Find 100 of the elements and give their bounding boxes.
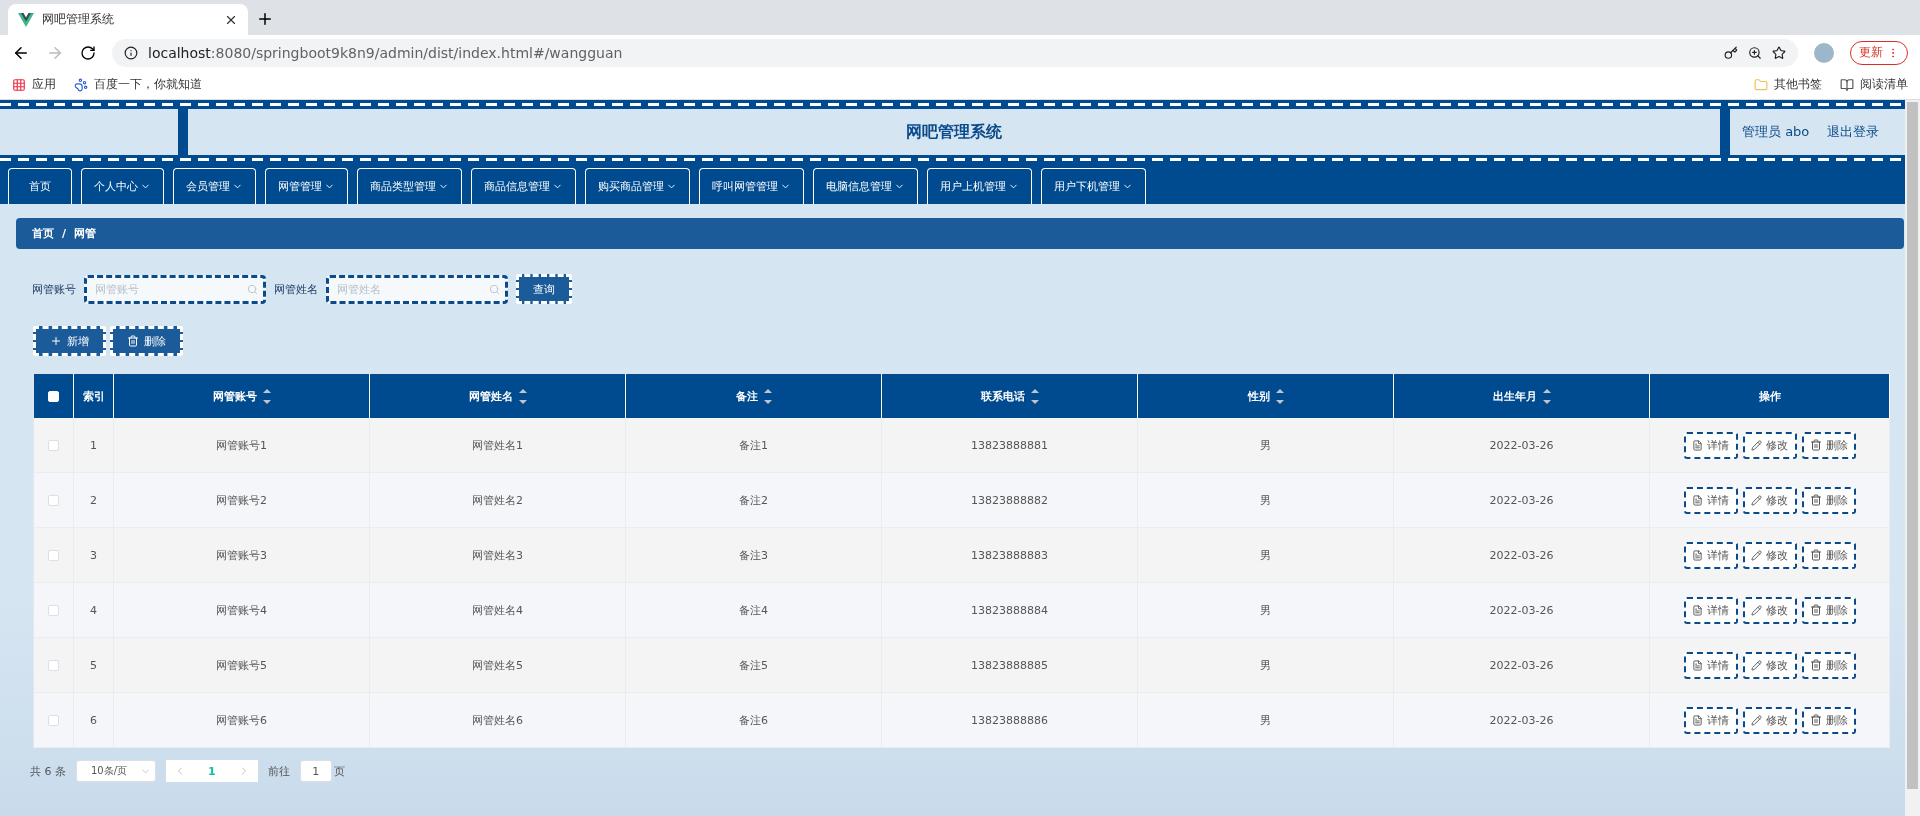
detail-button[interactable]: 详情 <box>1683 651 1738 679</box>
detail-button[interactable]: 详情 <box>1683 431 1738 459</box>
table-cell: 网管账号4 <box>216 602 267 618</box>
nav-item[interactable]: 商品信息管理 <box>471 168 576 204</box>
column-header[interactable]: 网管姓名 <box>468 388 527 404</box>
folder-icon <box>1754 77 1768 92</box>
edit-button[interactable]: 修改 <box>1742 651 1797 679</box>
detail-button[interactable]: 详情 <box>1683 541 1738 569</box>
table-cell: 5 <box>90 658 97 672</box>
goto-label: 前往 <box>267 763 290 779</box>
table-cell: 网管账号5 <box>216 657 267 673</box>
table-cell: 男 <box>1260 602 1271 618</box>
table-cell: 备注4 <box>739 602 768 618</box>
paw-icon <box>74 77 88 92</box>
vue-logo-icon <box>18 11 34 28</box>
update-button[interactable]: 更新 <box>1850 40 1908 65</box>
key-icon[interactable] <box>1724 45 1738 60</box>
address-bar[interactable]: localhost:8080/springboot9k8n9/admin/dist/index.html#/wangguan <box>112 38 1798 67</box>
reload-icon[interactable] <box>80 44 96 61</box>
delete-button[interactable]: 删除 <box>1801 431 1856 459</box>
table-cell: 备注6 <box>739 712 768 728</box>
pencil-icon <box>1751 439 1762 451</box>
checkbox[interactable] <box>48 494 59 506</box>
nav-item[interactable]: 电脑信息管理 <box>813 168 918 204</box>
delete-button[interactable]: 删除 <box>1801 486 1856 514</box>
delete-button[interactable]: 删除 <box>110 326 183 356</box>
trash-icon <box>1809 604 1822 616</box>
delete-button[interactable]: 删除 <box>1801 651 1856 679</box>
bookmark-link[interactable]: 阅读清单 <box>1860 76 1908 93</box>
trash-icon <box>1809 714 1822 726</box>
delete-button[interactable]: 删除 <box>1801 706 1856 734</box>
breadcrumb-item[interactable]: 网管 <box>74 226 97 241</box>
trash-icon <box>1809 494 1822 506</box>
checkbox[interactable] <box>48 604 59 616</box>
checkbox[interactable] <box>48 714 59 726</box>
table-cell: 备注3 <box>739 547 768 563</box>
detail-button[interactable]: 详情 <box>1683 596 1738 624</box>
logout-link[interactable]: 退出登录 <box>1827 123 1880 141</box>
table-cell: 2022-03-26 <box>1489 713 1554 727</box>
column-header[interactable]: 备注 <box>735 388 772 404</box>
table-cell: 男 <box>1260 437 1271 453</box>
nav-item[interactable]: 购买商品管理 <box>585 168 690 204</box>
document-icon <box>1692 494 1703 506</box>
detail-button[interactable]: 详情 <box>1683 486 1738 514</box>
bookmark-link[interactable]: 百度一下，你就知道 <box>94 76 202 93</box>
nav-item[interactable]: 个人中心 <box>81 168 164 204</box>
nav-item[interactable]: 会员管理 <box>173 168 256 204</box>
checkbox[interactable] <box>48 549 59 561</box>
app-title: 网吧管理系统 <box>906 121 1002 143</box>
trash-icon <box>127 335 139 347</box>
table-cell: 13823888881 <box>971 438 1048 452</box>
edit-button[interactable]: 修改 <box>1742 596 1797 624</box>
bookmark-link[interactable]: 其他书签 <box>1774 76 1822 93</box>
table-cell: 4 <box>90 603 97 617</box>
nav-item[interactable]: 呼叫网管管理 <box>699 168 804 204</box>
table-cell: 2022-03-26 <box>1489 658 1554 672</box>
nav-item[interactable]: 首页 <box>8 168 72 204</box>
browser-tab[interactable]: 网吧管理系统 <box>8 4 248 35</box>
delete-button[interactable]: 删除 <box>1801 541 1856 569</box>
delete-button[interactable]: 删除 <box>1801 596 1856 624</box>
column-header[interactable]: 联系电话 <box>980 388 1039 404</box>
search-icon[interactable] <box>247 283 258 295</box>
breadcrumb-separator: / <box>62 227 67 240</box>
pencil-icon <box>1751 659 1762 671</box>
edit-button[interactable]: 修改 <box>1742 486 1797 514</box>
edit-button[interactable]: 修改 <box>1742 431 1797 459</box>
column-header[interactable]: 网管账号 <box>212 388 271 404</box>
checkbox[interactable] <box>48 439 59 451</box>
goto-page-field[interactable]: 1 <box>299 760 332 782</box>
search-icon[interactable] <box>489 283 500 295</box>
document-icon <box>1692 549 1703 561</box>
document-icon <box>1692 714 1703 726</box>
field-label: 网管账号 <box>32 281 76 297</box>
goto-suffix: 页 <box>333 763 345 779</box>
nav-item[interactable]: 用户上机管理 <box>927 168 1032 204</box>
table-cell: 2022-03-26 <box>1489 493 1554 507</box>
column-header[interactable]: 出生年月 <box>1492 388 1551 404</box>
add-button[interactable]: 新增 <box>33 326 106 356</box>
new-tab-icon[interactable] <box>256 10 274 28</box>
scrollbar[interactable] <box>1905 100 1920 816</box>
edit-button[interactable]: 修改 <box>1742 541 1797 569</box>
user-link[interactable]: 管理员 abo <box>1742 123 1810 141</box>
checkbox[interactable] <box>48 659 59 671</box>
apps-icon <box>12 77 26 92</box>
edit-button[interactable]: 修改 <box>1742 706 1797 734</box>
bookmark-link[interactable]: 应用 <box>32 76 56 93</box>
star-icon[interactable] <box>1772 45 1786 60</box>
column-header[interactable]: 性别 <box>1247 388 1284 404</box>
nav-item[interactable]: 用户下机管理 <box>1041 168 1146 204</box>
page-size-select[interactable]: 10条/页 <box>76 760 156 782</box>
nav-item[interactable]: 网管管理 <box>265 168 348 204</box>
zoom-icon[interactable] <box>1748 45 1762 60</box>
nav-item[interactable]: 商品类型管理 <box>357 168 462 204</box>
query-button[interactable]: 查询 <box>516 274 572 304</box>
table-cell: 网管姓名1 <box>472 437 523 453</box>
table-cell: 备注2 <box>739 492 768 508</box>
detail-button[interactable]: 详情 <box>1683 706 1738 734</box>
breadcrumb-item[interactable]: 首页 <box>32 226 54 241</box>
avatar-icon[interactable] <box>1814 42 1834 63</box>
table-cell: 3 <box>90 548 97 562</box>
